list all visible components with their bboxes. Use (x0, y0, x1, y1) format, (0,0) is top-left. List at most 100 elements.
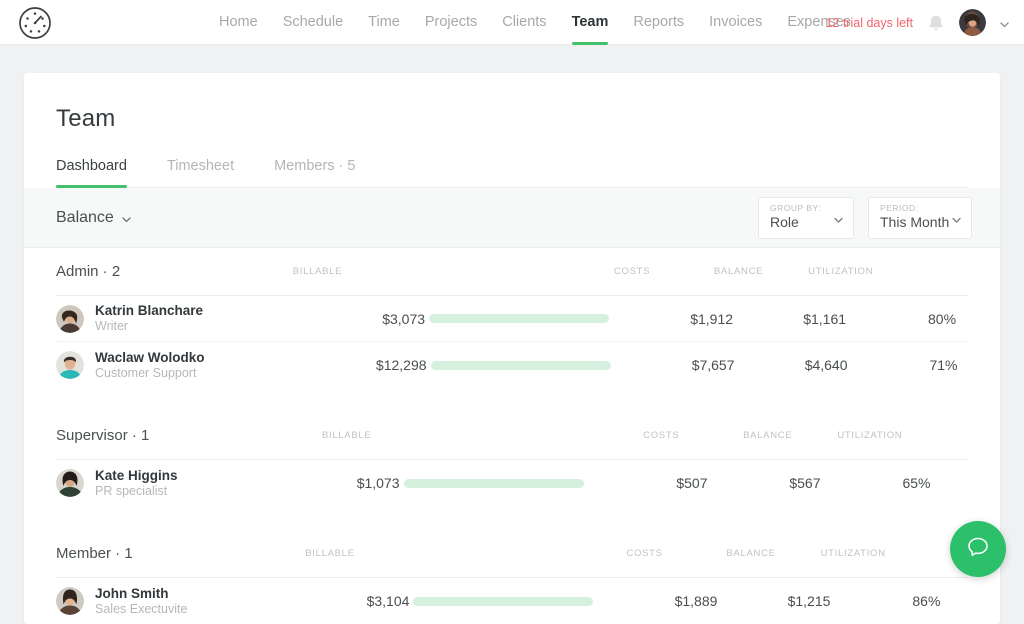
filter-selects: GROUP BY: Role PERIOD: This Month (758, 197, 972, 239)
cell-costs: $7,657 (615, 357, 735, 373)
cell-progress (427, 361, 615, 370)
nav-item-time[interactable]: Time (368, 0, 400, 45)
period-select[interactable]: PERIOD: This Month (868, 197, 972, 239)
cell-progress (425, 314, 613, 323)
period-value: This Month (880, 214, 947, 230)
chat-support-button[interactable] (950, 521, 1006, 577)
page-title: Team (56, 105, 968, 133)
trial-notice[interactable]: 12 trial days left (825, 16, 913, 30)
tab-timesheet[interactable]: Timesheet (167, 158, 234, 187)
column-header-costs: COSTS (543, 548, 663, 559)
column-headers: BILLABLE COSTS BALANCE UTILIZATION (120, 266, 968, 277)
avatar (56, 305, 84, 333)
card-header: Team Dashboard Timesheet Members · 5 (24, 73, 1000, 188)
cell-billable: $3,104 (187, 593, 409, 609)
member-name: Katrin Blanchare (95, 303, 203, 318)
cell-balance: $567 (708, 475, 821, 491)
group-title: Admin · 2 (56, 263, 120, 280)
group-by-value: Role (770, 214, 829, 230)
cell-progress (400, 479, 588, 488)
avatar[interactable] (959, 9, 986, 36)
row-cells: $3,073 $1,912 $1,161 80% (203, 311, 968, 327)
nav-item-invoices[interactable]: Invoices (709, 0, 762, 45)
nav-item-schedule[interactable]: Schedule (283, 0, 343, 45)
column-header-billable: BILLABLE (133, 548, 355, 559)
avatar (56, 469, 84, 497)
cell-progress (409, 597, 597, 606)
column-header-balance: BALANCE (663, 548, 776, 559)
tab-dashboard[interactable]: Dashboard (56, 158, 127, 187)
avatar (56, 587, 84, 615)
cell-costs: $1,912 (613, 311, 733, 327)
bell-icon[interactable] (926, 13, 946, 33)
nav-item-projects[interactable]: Projects (425, 0, 477, 45)
table-row[interactable]: Katrin Blanchare Writer $3,073 $1,912 $1… (56, 296, 968, 342)
top-bar-right: 12 trial days left (825, 0, 1010, 45)
member-info[interactable]: John Smith Sales Exectuvite (56, 586, 187, 617)
cell-costs: $1,889 (597, 593, 717, 609)
table-row[interactable]: Waclaw Wolodko Customer Support $12,298 … (56, 342, 968, 388)
cell-balance: $1,215 (717, 593, 830, 609)
chevron-down-icon[interactable] (999, 17, 1010, 28)
group-by-label: GROUP BY: (770, 203, 829, 213)
member-info[interactable]: Kate Higgins PR specialist (56, 468, 178, 499)
nav-item-reports[interactable]: Reports (633, 0, 684, 45)
progress-track (413, 597, 593, 606)
team-card: Team Dashboard Timesheet Members · 5 Bal… (24, 73, 1000, 624)
group-header: Supervisor · 1 BILLABLE COSTS BALANCE UT… (56, 412, 968, 460)
member-name: John Smith (95, 586, 187, 601)
group-admin: Admin · 2 BILLABLE COSTS BALANCE UTILIZA… (56, 248, 968, 388)
member-info[interactable]: Katrin Blanchare Writer (56, 303, 203, 334)
member-name: Kate Higgins (95, 468, 178, 483)
cell-utilization: 86% (830, 593, 940, 609)
table-row[interactable]: Kate Higgins PR specialist $1,073 $507 $… (56, 460, 968, 506)
clock-logo[interactable] (18, 6, 52, 40)
nav-item-clients[interactable]: Clients (502, 0, 546, 45)
nav-item-team[interactable]: Team (572, 0, 609, 45)
metric-dropdown[interactable]: Balance (56, 209, 132, 227)
column-header-utilization: UTILIZATION (776, 548, 886, 559)
top-navigation-bar: Home Schedule Time Projects Clients Team… (0, 0, 1024, 45)
member-text: Katrin Blanchare Writer (95, 303, 203, 334)
group-spacer (56, 506, 968, 530)
member-text: Waclaw Wolodko Customer Support (95, 350, 205, 381)
group-member: Member · 1 BILLABLE COSTS BALANCE UTILIZ… (56, 530, 968, 624)
page-tabs: Dashboard Timesheet Members · 5 (56, 158, 968, 188)
member-name: Waclaw Wolodko (95, 350, 205, 365)
avatar (56, 351, 84, 379)
column-header-costs: COSTS (559, 430, 679, 441)
member-role: Sales Exectuvite (95, 602, 187, 617)
column-header-balance: BALANCE (650, 266, 763, 277)
cell-billable: $3,073 (203, 311, 425, 327)
team-groups: Admin · 2 BILLABLE COSTS BALANCE UTILIZA… (24, 248, 1000, 624)
main-nav: Home Schedule Time Projects Clients Team… (219, 0, 851, 45)
cell-balance: $1,161 (733, 311, 846, 327)
cell-utilization: 71% (848, 357, 958, 373)
column-headers: BILLABLE COSTS BALANCE UTILIZATION (149, 430, 968, 441)
progress-track (404, 479, 584, 488)
column-headers: BILLABLE COSTS BALANCE UTILIZATION (133, 548, 968, 559)
period-label: PERIOD: (880, 203, 947, 213)
cell-billable: $12,298 (205, 357, 427, 373)
column-header-utilization: UTILIZATION (792, 430, 902, 441)
row-cells: $1,073 $507 $567 65% (178, 475, 968, 491)
row-cells: $12,298 $7,657 $4,640 71% (205, 357, 968, 373)
chevron-down-icon (833, 212, 844, 223)
chat-bubble-icon (965, 534, 991, 565)
progress-track (429, 314, 609, 323)
group-title: Supervisor · 1 (56, 427, 149, 444)
member-info[interactable]: Waclaw Wolodko Customer Support (56, 350, 205, 381)
cell-billable: $1,073 (178, 475, 400, 491)
group-by-select[interactable]: GROUP BY: Role (758, 197, 854, 239)
column-header-billable: BILLABLE (120, 266, 342, 277)
column-header-balance: BALANCE (679, 430, 792, 441)
chevron-down-icon (951, 212, 962, 223)
toolbar: Balance GROUP BY: Role PERIOD: This Mon (24, 188, 1000, 248)
tab-members[interactable]: Members · 5 (274, 158, 355, 187)
member-role: PR specialist (95, 484, 178, 499)
progress-track (431, 361, 611, 370)
cell-utilization: 65% (821, 475, 931, 491)
cell-utilization: 80% (846, 311, 956, 327)
nav-item-home[interactable]: Home (219, 0, 258, 45)
column-header-billable: BILLABLE (149, 430, 371, 441)
